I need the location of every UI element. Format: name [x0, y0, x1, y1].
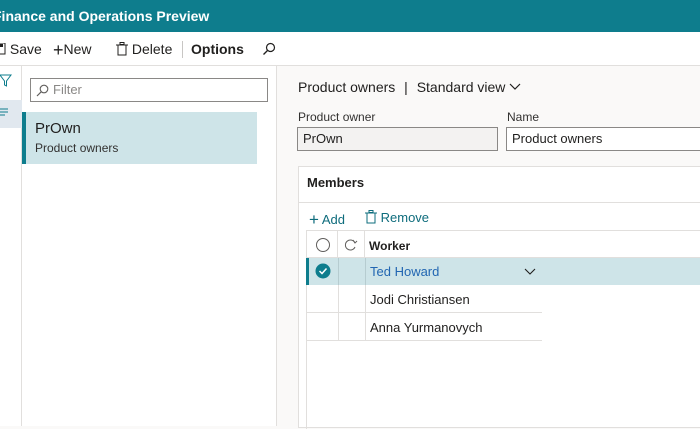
trash-icon — [116, 42, 128, 56]
list-item-name: Product owners — [35, 141, 119, 155]
toolbar-divider — [182, 41, 183, 58]
chevron-down-icon — [509, 83, 521, 90]
view-selector[interactable]: Standard view — [417, 79, 522, 95]
filter-funnel-icon[interactable] — [0, 74, 14, 88]
app-title-bar: Finance and Operations Preview — [0, 0, 700, 32]
remove-label: Remove — [380, 210, 430, 225]
members-section: Members + Add Remove Worker Ted Howard J… — [298, 166, 700, 429]
filter-placeholder: Filter — [53, 82, 82, 97]
save-icon — [0, 42, 6, 55]
section-divider — [299, 202, 700, 203]
cell-divider — [306, 313, 307, 341]
list-item[interactable]: PrOwn Product owners — [22, 112, 257, 164]
trash-icon — [365, 210, 377, 224]
remove-member-button[interactable]: Remove — [365, 210, 429, 225]
search-icon — [263, 42, 276, 55]
record-list-pane: Filter PrOwn Product owners — [22, 66, 277, 426]
cell-divider — [365, 285, 366, 313]
refresh-header-cell[interactable] — [338, 230, 365, 258]
list-view-toggle[interactable] — [0, 100, 22, 128]
list-item-code: PrOwn — [35, 120, 81, 137]
breadcrumb-separator: | — [404, 79, 408, 95]
app-title: Finance and Operations Preview — [0, 8, 210, 24]
delete-button[interactable]: Delete — [116, 32, 172, 66]
cell-divider — [338, 313, 339, 341]
header-row-line — [365, 230, 700, 258]
search-icon — [36, 84, 49, 97]
options-button[interactable]: Options — [191, 32, 244, 66]
cell-divider — [365, 313, 366, 341]
cell-divider — [338, 258, 339, 285]
save-label: Save — [9, 41, 42, 57]
checkmark-icon — [315, 263, 331, 279]
delete-label: Delete — [131, 41, 173, 57]
worker-value[interactable]: Ted Howard — [370, 264, 439, 279]
worker-value: Anna Yurmanovych — [370, 320, 483, 335]
name-field[interactable]: Product owners — [506, 127, 700, 151]
worker-value: Jodi Christiansen — [370, 292, 470, 307]
refresh-icon — [345, 239, 358, 251]
table-row[interactable]: Ted Howard — [306, 258, 700, 285]
cell-divider — [338, 285, 339, 313]
save-button[interactable]: Save — [0, 32, 42, 66]
list-lines-icon — [0, 108, 8, 116]
form-title: Product owners — [298, 79, 396, 95]
plus-icon: + — [309, 210, 319, 229]
cell-divider — [306, 285, 307, 313]
search-button[interactable] — [262, 32, 276, 66]
action-pane: Save +New Delete Options — [0, 32, 700, 66]
product-owner-label: Product owner — [298, 110, 376, 124]
details-pane: Product owners | Standard view Product o… — [278, 66, 700, 429]
select-all-cell[interactable] — [306, 230, 338, 258]
chevron-down-icon[interactable] — [524, 268, 536, 276]
new-button[interactable]: +New — [53, 32, 92, 66]
breadcrumb: Product owners | Standard view — [298, 79, 521, 95]
new-label: New — [63, 41, 92, 57]
table-row[interactable]: Jodi Christiansen — [306, 285, 542, 313]
circle-checkbox-icon — [316, 238, 330, 252]
table-row[interactable]: Anna Yurmanovych — [306, 313, 542, 341]
options-label: Options — [191, 41, 244, 57]
plus-icon: + — [53, 40, 64, 60]
add-member-button[interactable]: + Add — [309, 210, 345, 230]
filter-input[interactable]: Filter — [30, 78, 268, 102]
grid-border — [306, 341, 307, 429]
cell-divider — [365, 258, 366, 285]
view-name: Standard view — [416, 79, 506, 95]
navigation-strip — [0, 66, 22, 426]
product-owner-field[interactable]: PrOwn — [297, 127, 498, 151]
name-label: Name — [507, 110, 540, 124]
add-label: Add — [321, 212, 345, 227]
members-title: Members — [307, 175, 365, 190]
